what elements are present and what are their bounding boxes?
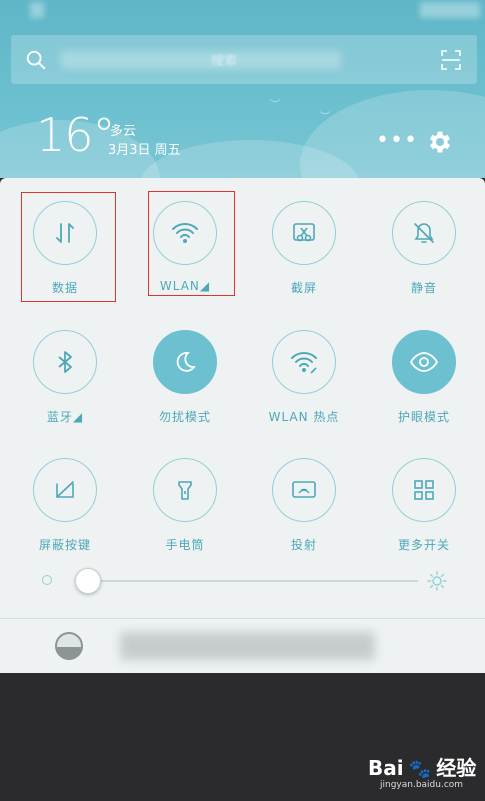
eye-icon (409, 352, 439, 372)
notification-app-icon (55, 632, 83, 660)
tile-circle (392, 330, 456, 394)
block-keys-icon (56, 481, 74, 498)
watermark-brand: Bai (368, 756, 404, 780)
date-text: 3月3日 周五 (108, 143, 181, 158)
bluetooth-icon (58, 351, 72, 373)
tile-label: 手电筒 (165, 538, 205, 552)
tile-circle (33, 458, 97, 522)
weather-header: ︶ ︶ 搜索 16° 多云 3月3日 周五 ••• (0, 0, 485, 178)
gear-icon[interactable] (426, 128, 454, 156)
hotspot-icon (291, 352, 317, 374)
tile-circle (392, 201, 456, 265)
search-text-blur (61, 51, 341, 69)
moon-icon (176, 352, 196, 372)
tile-label: 静音 (410, 281, 437, 295)
tile-flashlight[interactable]: 手电筒 (135, 458, 235, 553)
baidu-watermark: Bai 🐾 经验 (368, 752, 476, 781)
tile-label: 勿扰模式 (158, 410, 211, 424)
tile-more-toggles[interactable]: 更多开关 (374, 458, 474, 553)
tile-screenshot[interactable]: 截屏 (254, 201, 354, 296)
grid-icon (414, 480, 434, 500)
highlight-box-data (21, 192, 116, 302)
panel-divider (0, 618, 485, 619)
tile-circle (272, 330, 336, 394)
more-icon[interactable]: ••• (376, 130, 418, 152)
tile-circle (33, 330, 97, 394)
tile-label: 屏蔽按键 (38, 538, 91, 552)
tile-hotspot[interactable]: WLAN 热点 (254, 330, 354, 425)
bell-off-icon (414, 223, 434, 243)
search-bar[interactable]: 搜索 (11, 35, 477, 84)
brightness-slider-thumb[interactable] (75, 568, 102, 594)
cast-icon (292, 481, 316, 498)
bird-decoration: ︶ (320, 112, 330, 123)
tile-bluetooth[interactable]: 蓝牙◢ (15, 330, 115, 425)
brightness-low-icon (42, 575, 52, 585)
tile-label: 蓝牙◢ (46, 410, 84, 424)
scan-icon[interactable] (441, 50, 461, 70)
paw-icon: 🐾 (408, 759, 432, 780)
screenshot-scissors-icon (293, 223, 315, 242)
weather-condition: 多云 (110, 124, 137, 139)
tile-circle (272, 201, 336, 265)
sun-icon (427, 571, 447, 591)
notification-text-blur (120, 632, 375, 660)
status-bar-blur (420, 2, 480, 18)
search-placeholder: 搜索 (211, 54, 238, 69)
tile-circle (153, 458, 217, 522)
tile-label: 截屏 (290, 281, 317, 295)
brightness-slider-track[interactable] (78, 580, 418, 582)
watermark-brand2: 经验 (436, 756, 477, 780)
bird-decoration: ︶ (270, 100, 280, 111)
tile-label: 护眼模式 (397, 410, 450, 424)
tile-label: 投射 (290, 538, 317, 552)
tile-label: 更多开关 (397, 538, 450, 552)
tile-label: WLAN 热点 (268, 410, 340, 424)
tile-cast[interactable]: 投射 (254, 458, 354, 553)
highlight-box-wlan (148, 191, 235, 296)
watermark-url: jingyan.baidu.com (380, 780, 464, 790)
tile-mute[interactable]: 静音 (374, 201, 474, 296)
tile-do-not-disturb[interactable]: 勿扰模式 (135, 330, 235, 425)
status-bar-blur (30, 2, 44, 18)
tile-circle (392, 458, 456, 522)
flashlight-icon (178, 481, 192, 500)
temperature: 16° (36, 108, 116, 162)
search-icon (26, 50, 46, 70)
tile-block-keys[interactable]: 屏蔽按键 (15, 458, 115, 553)
tile-eye-care[interactable]: 护眼模式 (374, 330, 474, 425)
tile-circle (153, 330, 217, 394)
tile-circle (272, 458, 336, 522)
